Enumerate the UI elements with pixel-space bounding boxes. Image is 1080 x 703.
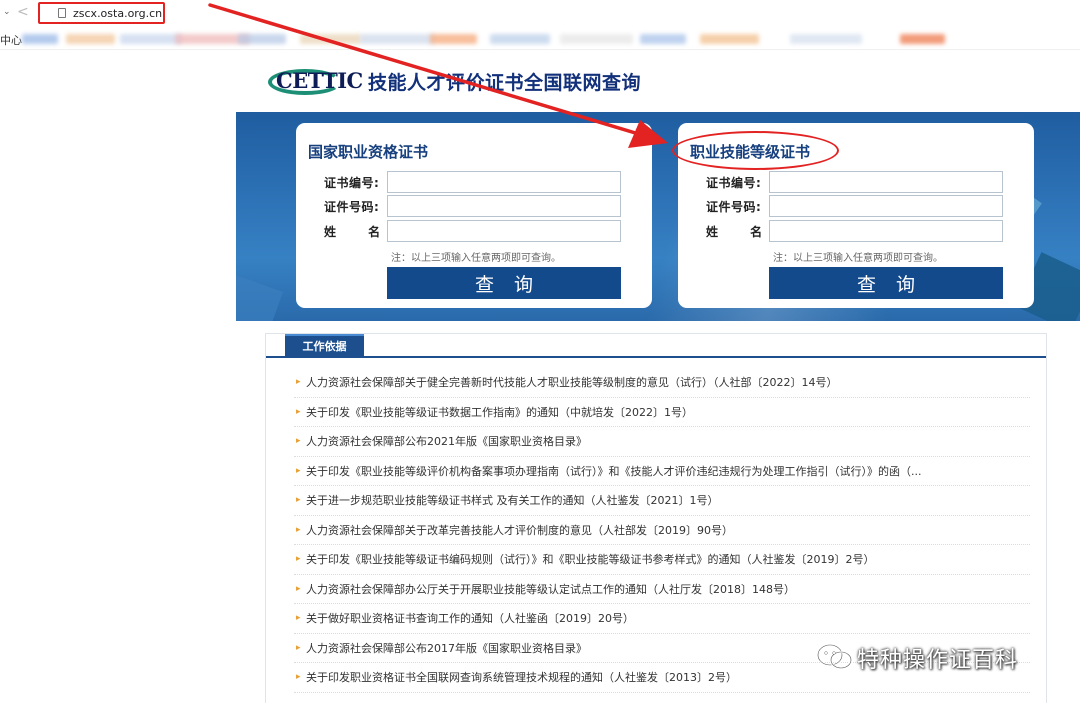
name-row: 姓 名: [678,220,1034,242]
name-input[interactable] [769,220,1003,242]
tab-bar: 工作依据 [266,334,1046,358]
document-link[interactable]: ▸ 关于印发《职业技能等级评价机构备案事项办理指南（试行）》和《技能人才评价违纪违… [294,457,1030,486]
document-link[interactable]: ▸ 关于印发《职业技能等级证书数据工作指南》的通知（中就培发〔2022〕1号） [294,398,1030,427]
blurred-bookmark[interactable] [430,34,477,44]
document-title[interactable]: 关于印发《职业技能等级评价机构备案事项办理指南（试行）》和《技能人才评价违纪违规… [306,465,922,478]
tab-work-basis[interactable]: 工作依据 [285,334,364,356]
document-title[interactable]: 人力资源社会保障部办公厅关于开展职业技能等级认定试点工作的通知（人社厅发〔201… [306,583,795,596]
document-title[interactable]: 人力资源社会保障部关于改革完善技能人才评价制度的意见（人社部发〔2019〕90号… [306,524,733,537]
bookmark-item[interactable]: 中心 [0,32,22,48]
banner-cube [236,274,284,321]
name-row: 姓 名: [296,220,652,242]
query-button[interactable]: 查询 [387,267,621,299]
document-link[interactable]: ▸ 关于进一步规范职业技能等级证书样式 及有关工作的通知（人社鉴发〔2021〕1号… [294,486,1030,516]
id-no-row: 证件号码: [678,195,1034,217]
skill-level-panel: 职业技能等级证书 证书编号: 证件号码: 姓 名: 注：以上三项输入任意两项即可… [672,123,1034,308]
cert-no-row: 证书编号: [678,171,1034,193]
cert-no-input[interactable] [387,171,621,193]
document-link[interactable]: ▸ 人力资源社会保障部关于改革完善技能人才评价制度的意见（人社部发〔2019〕90… [294,516,1030,545]
cert-no-row: 证书编号: [296,171,652,193]
bullet-icon: ▸ [296,377,301,387]
bullet-icon: ▸ [296,406,301,417]
page-icon [58,8,66,18]
address-bar[interactable]: zscx.osta.org.cn [38,2,165,24]
browser-toolbar: ⌄ < zscx.osta.org.cn [0,0,1080,28]
document-link[interactable]: ▸ 人力资源社会保障部办公厅关于开展职业技能等级认定试点工作的通知（人社厅发〔20… [294,575,1030,604]
document-title[interactable]: 人力资源社会保障部公布2017年版《国家职业资格目录》 [306,642,587,655]
bullet-icon: ▸ [296,554,301,564]
name-input[interactable] [387,220,621,242]
blurred-bookmark[interactable] [66,34,115,44]
blurred-bookmark[interactable] [22,34,58,44]
bullet-icon: ▸ [296,672,301,682]
blurred-bookmark[interactable] [700,34,759,44]
site-title: 技能人才评价证书全国联网查询 [368,72,642,94]
page-root: ⌄ < zscx.osta.org.cn 中心 CETTIC 技能人才评价证书全… [0,0,1080,703]
bullet-icon: ▸ [296,495,301,505]
document-title[interactable]: 关于做好职业资格证书查询工作的通知（人社鉴函〔2019〕20号） [306,612,634,625]
watermark-text: 特种操作证百科 [857,648,1019,673]
back-arrow-icon[interactable]: < [17,4,29,20]
blurred-bookmark[interactable] [490,34,550,44]
id-no-input[interactable] [387,195,621,217]
site-header: CETTIC 技能人才评价证书全国联网查询 [236,52,1080,112]
document-title[interactable]: 关于印发《职业技能等级证书数据工作指南》的通知（中就培发〔2022〕1号） [306,406,693,419]
document-title[interactable]: 人力资源社会保障部关于健全完善新时代技能人才职业技能等级制度的意见（试行）（人社… [306,376,838,389]
id-no-row: 证件号码: [296,195,652,217]
blurred-bookmark[interactable] [120,34,182,44]
blurred-bookmark[interactable] [790,34,862,44]
bullet-icon: ▸ [296,524,301,535]
blurred-bookmark[interactable] [560,34,633,44]
bullet-icon: ▸ [296,642,301,653]
bookmarks-bar: 中心 [0,28,1080,50]
query-note: 注：以上三项输入任意两项即可查询。 [391,253,561,264]
document-link[interactable]: ▸ 关于做好职业资格证书查询工作的通知（人社鉴函〔2019〕20号） [294,604,1030,634]
id-no-label: 证件号码: [706,200,762,214]
annotation-oval [672,131,839,170]
document-title[interactable]: 关于进一步规范职业技能等级证书样式 及有关工作的通知（人社鉴发〔2021〕1号） [306,494,719,507]
cert-no-label: 证书编号: [324,176,380,190]
bullet-icon: ▸ [296,465,301,476]
blurred-bookmark[interactable] [640,34,686,44]
document-title[interactable]: 人力资源社会保障部公布2021年版《国家职业资格目录》 [306,435,587,448]
document-link[interactable]: ▸ 人力资源社会保障部公布2021年版《国家职业资格目录》 [294,427,1030,457]
bullet-icon: ▸ [296,583,301,594]
document-title[interactable]: 关于印发职业资格证书全国联网查询系统管理技术规程的通知（人社鉴发〔2013〕2号… [306,671,737,684]
blurred-bookmark[interactable] [900,34,945,44]
bullet-icon: ▸ [296,436,301,446]
blurred-bookmark[interactable] [360,34,434,44]
logo-text: CETTIC [276,68,363,93]
id-no-label: 证件号码: [324,200,380,214]
bullet-icon: ▸ [296,613,301,623]
query-banner: 国家职业资格证书 证书编号: 证件号码: 姓 名: 注：以上三项输入任意两项即可… [236,112,1080,321]
chevron-down-icon[interactable]: ⌄ [3,7,11,17]
cettic-logo: CETTIC [268,66,363,96]
document-link[interactable]: ▸ 人力资源社会保障部关于健全完善新时代技能人才职业技能等级制度的意见（试行）（人… [294,368,1030,398]
document-title[interactable]: 关于印发《职业技能等级证书编码规则（试行）》和《职业技能等级证书参考样式》的通知… [306,553,875,566]
query-note: 注：以上三项输入任意两项即可查询。 [773,253,943,264]
panel-title: 国家职业资格证书 [308,143,429,161]
blurred-bookmark[interactable] [238,34,286,44]
document-link[interactable]: ▸ 关于印发《职业技能等级证书编码规则（试行）》和《职业技能等级证书参考样式》的通… [294,545,1030,575]
wechat-icon [816,643,853,670]
cert-no-input[interactable] [769,171,1003,193]
cert-no-label: 证书编号: [706,176,762,190]
wechat-watermark: 特种操作证百科 [815,640,1055,674]
national-qualification-panel: 国家职业资格证书 证书编号: 证件号码: 姓 名: 注：以上三项输入任意两项即可… [296,123,652,308]
query-button[interactable]: 查询 [769,267,1003,299]
blurred-bookmark[interactable] [300,34,361,44]
url-text[interactable]: zscx.osta.org.cn [73,7,162,20]
id-no-input[interactable] [769,195,1003,217]
